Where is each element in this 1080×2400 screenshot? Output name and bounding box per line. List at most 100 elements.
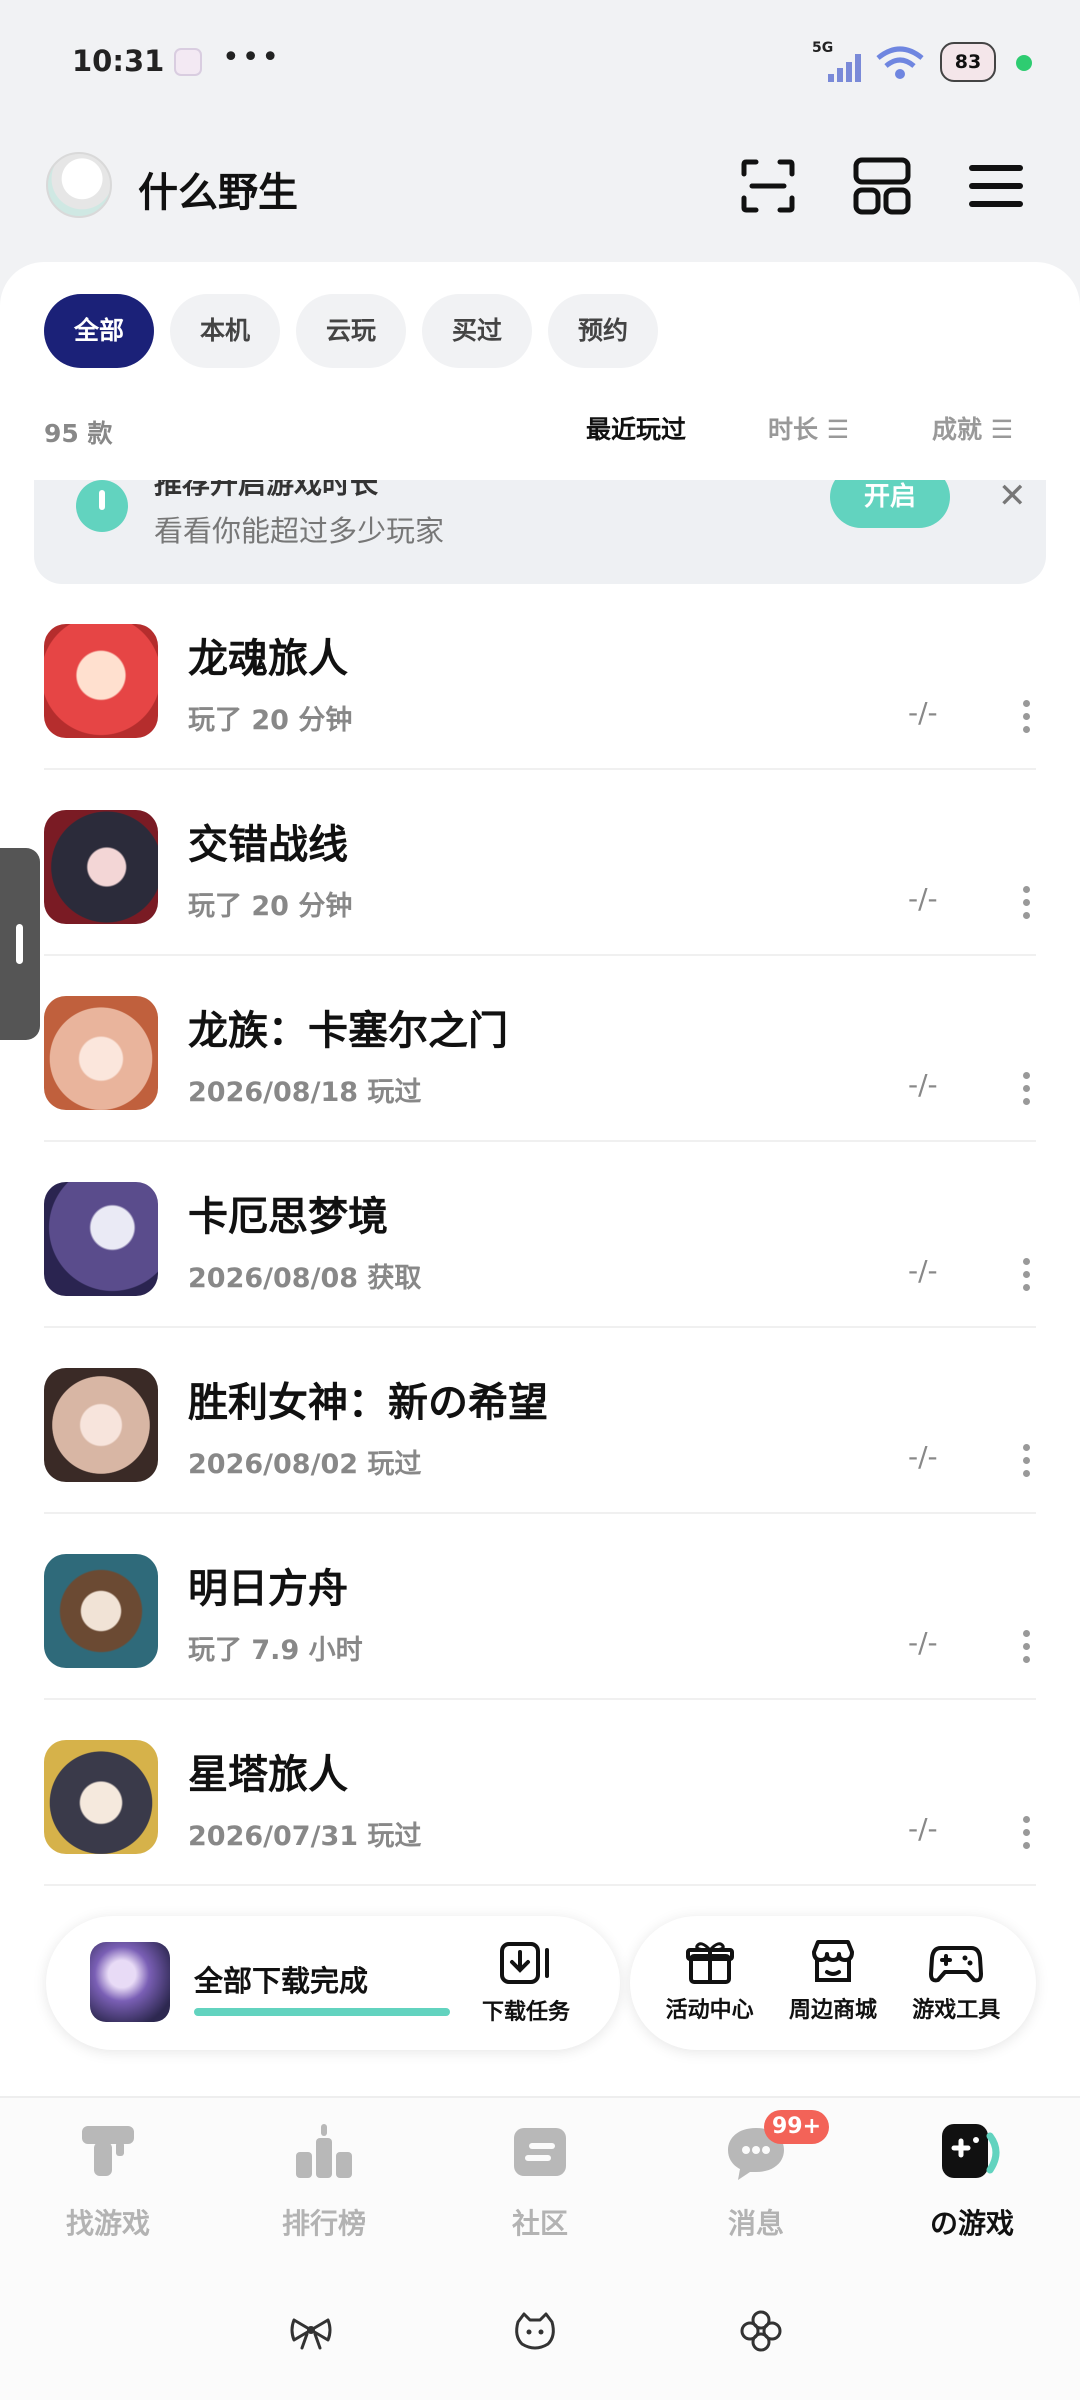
achievement-progress: -/- [908,1812,938,1845]
tab-all[interactable]: 全部 [44,294,154,368]
game-list: 龙魂旅人 玩了 20 分钟 -/- 交错战线 玩了 20 分钟 -/- 龙族：卡… [0,584,1080,1886]
more-icon[interactable] [1016,1444,1036,1482]
nav-label: 社区 [511,2207,568,2240]
nav-messages[interactable]: 99+ 消息 [666,2110,846,2242]
battery-indicator: 83 [940,42,996,82]
nav-label: 找游戏 [65,2207,150,2240]
achievement-progress: -/- [908,882,938,915]
sort-achievement[interactable]: 成就 ☰ [932,410,1013,446]
activity-center-button[interactable]: 活动中心 [655,1916,765,2050]
status-bar: 10:31 ••• 5G 83 [0,0,1080,120]
status-dot-icon [1016,55,1032,71]
achievement-progress: -/- [908,1626,938,1659]
leaderboard-icon [296,2124,352,2178]
my-games-icon [942,2124,1000,2178]
game-thumbnail [44,996,158,1110]
list-item[interactable]: 龙族：卡塞尔之门 2026/08/18 玩过 -/- [0,956,1080,1142]
game-meta: 2026/08/08 获取 [188,1263,422,1294]
nav-label: 排行榜 [281,2207,366,2240]
sort-duration[interactable]: 时长 ☰ [768,410,849,446]
achievement-progress: -/- [908,1254,938,1287]
game-meta: 玩了 7.9 小时 [188,1635,363,1666]
avatar[interactable] [46,152,112,218]
cat-icon[interactable] [512,2308,558,2354]
divider [44,1884,1036,1886]
find-game-icon [82,2126,134,2176]
list-item[interactable]: 龙魂旅人 玩了 20 分钟 -/- [0,584,1080,770]
game-meta: 2026/07/31 玩过 [188,1821,422,1852]
game-meta: 2026/08/02 玩过 [188,1449,422,1480]
shop-icon [811,1940,854,1982]
username[interactable]: 什么野生 [138,160,298,218]
game-name: 龙族：卡塞尔之门 [188,1008,508,1054]
tab-local[interactable]: 本机 [170,294,280,368]
more-icon[interactable] [1016,1072,1036,1110]
game-thumbnail [44,1182,158,1296]
banner-subtitle: 看看你能超过多少玩家 [154,514,445,548]
game-name: 龙魂旅人 [188,636,348,682]
game-name: 胜利女神：新の希望 [188,1380,548,1426]
merch-store-button[interactable]: 周边商城 [778,1916,888,2050]
app-header: 什么野生 [0,130,1080,250]
filter-tabs: 全部 本机 云玩 买过 预约 [44,294,658,368]
bow-icon[interactable] [288,2308,334,2354]
game-tools-button[interactable]: 游戏工具 [901,1916,1011,2050]
list-item[interactable]: 卡厄思梦境 2026/08/08 获取 -/- [0,1142,1080,1328]
game-tools-label: 游戏工具 [912,1998,1001,2023]
download-tasks-label: 下载任务 [481,2000,570,2025]
game-thumbnail [44,624,158,738]
app-notification-icon [174,48,202,76]
achievement-progress: -/- [908,1440,938,1473]
download-progress-bar [194,2008,450,2016]
status-time: 10:31 [72,44,165,78]
download-status-pill[interactable]: 全部下载完成 下载任务 [46,1916,620,2050]
more-icon[interactable] [1016,1816,1036,1854]
list-item[interactable]: 胜利女神：新の希望 2026/08/02 玩过 -/- [0,1328,1080,1514]
list-item[interactable]: 明日方舟 玩了 7.9 小时 -/- [0,1514,1080,1700]
game-thumbnail [44,810,158,924]
scan-icon[interactable] [736,154,800,218]
tab-purchased[interactable]: 买过 [422,294,532,368]
quick-tools-pill: 活动中心 周边商城 游戏工具 [630,1916,1036,2050]
game-name: 星塔旅人 [188,1752,348,1798]
gamepad-icon [929,1946,984,1983]
system-shortcuts [0,2308,1080,2358]
info-icon [76,480,128,532]
community-icon [514,2128,566,2176]
flower-icon[interactable] [738,2308,784,2354]
tab-reserved[interactable]: 预约 [548,294,658,368]
playtime-banner: 推荐开启游戏时长 看看你能超过多少玩家 开启 ✕ [34,480,1046,584]
game-meta: 2026/08/18 玩过 [188,1077,422,1108]
game-count: 95 款 [44,419,113,448]
more-icon[interactable] [1016,886,1036,924]
nav-find-games[interactable]: 找游戏 [18,2116,198,2242]
merch-store-label: 周边商城 [788,1998,877,2023]
nav-label: の游戏 [929,2207,1014,2240]
more-icon[interactable] [1016,700,1036,738]
nav-community[interactable]: 社区 [450,2116,630,2242]
banner-title: 推荐开启游戏时长 [154,480,379,500]
list-item[interactable]: 交错战线 玩了 20 分钟 -/- [0,770,1080,956]
close-icon[interactable]: ✕ [998,480,1027,516]
wifi-icon [876,46,924,79]
nav-my-games[interactable]: の游戏 [882,2116,1062,2242]
sort-recent[interactable]: 最近玩过 [586,410,686,446]
menu-icon[interactable] [964,154,1028,218]
more-icon[interactable] [1016,1630,1036,1668]
achievement-progress: -/- [908,696,938,729]
game-name: 明日方舟 [188,1566,348,1612]
game-thumbnail [44,1740,158,1854]
game-thumbnail [44,1554,158,1668]
layout-icon[interactable] [850,154,914,218]
tab-cloud[interactable]: 云玩 [296,294,406,368]
nav-leaderboard[interactable]: 排行榜 [234,2116,414,2242]
download-game-thumbnail [90,1942,170,2022]
game-name: 卡厄思梦境 [188,1194,388,1240]
list-item[interactable]: 星塔旅人 2026/07/31 玩过 -/- [0,1700,1080,1886]
download-tasks-button[interactable]: 下载任务 [476,1940,576,2026]
enable-button[interactable]: 开启 [830,480,950,528]
game-name: 交错战线 [188,822,348,868]
status-more-indicator: ••• [222,40,282,75]
more-icon[interactable] [1016,1258,1036,1296]
signal-icon [828,54,861,82]
